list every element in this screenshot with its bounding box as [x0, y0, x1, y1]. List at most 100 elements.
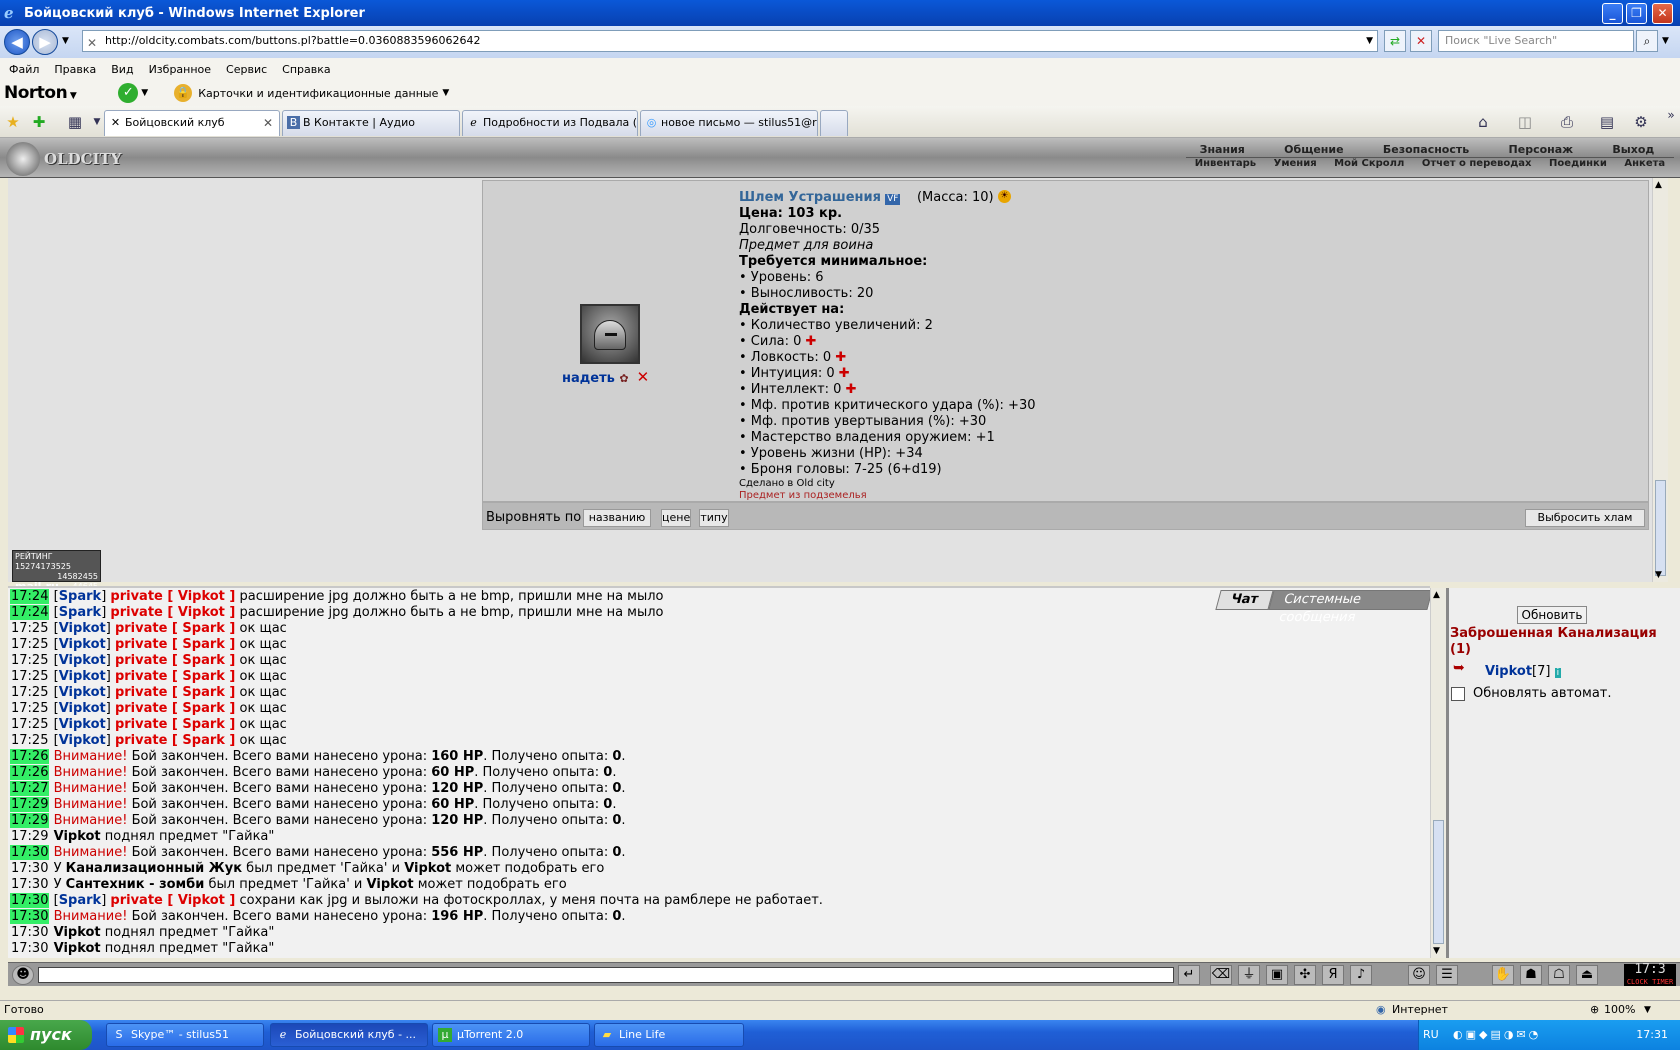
quick-tabs-icon[interactable]: ▦	[66, 113, 84, 131]
chat-timestamp[interactable]: 17:30	[10, 877, 49, 892]
chat-timestamp[interactable]: 17:30	[10, 909, 50, 924]
minimize-button[interactable]: _	[1602, 3, 1623, 24]
add-favorite-icon[interactable]: ✚	[30, 113, 48, 131]
hand-icon[interactable]: ✋	[1492, 965, 1514, 985]
tab-mail[interactable]: ◎ новое письмо — stilus51@ra...	[640, 110, 818, 136]
wear-link[interactable]: надеть ✿ ✕	[562, 368, 649, 386]
plus-icon[interactable]: ✚	[806, 334, 817, 349]
chat-timestamp[interactable]: 17:25	[10, 685, 49, 700]
identity-cards-menu[interactable]: 🔒 Карточки и идентификационные данные ▼	[174, 84, 449, 102]
chevron-icon[interactable]: »	[1662, 106, 1680, 124]
character-icon[interactable]: ☗	[1520, 965, 1542, 985]
chat-timestamp[interactable]: 17:25	[10, 733, 49, 748]
sound-icon[interactable]: ♪	[1350, 965, 1372, 985]
chat-settings-icon[interactable]: ☰	[1436, 965, 1458, 985]
menu-umeniya[interactable]: Умения	[1274, 158, 1317, 170]
menu-znaniya[interactable]: Знания	[1200, 143, 1245, 156]
filter-icon[interactable]: ⏚	[1238, 965, 1260, 985]
private-tag[interactable]: private [ Spark ]	[115, 717, 235, 732]
menu-edit[interactable]: Правка	[54, 63, 96, 76]
menu-obshenie[interactable]: Общение	[1284, 143, 1343, 156]
item-name[interactable]: Шлем Устрашения	[739, 190, 881, 205]
smile-menu-icon[interactable]: ☻	[12, 965, 34, 985]
sort-by-name-button[interactable]: названию	[583, 509, 651, 527]
task-skype[interactable]: S Skype™ - stilus51	[106, 1023, 264, 1047]
search-options-icon[interactable]: ▼	[1662, 36, 1669, 46]
private-tag[interactable]: private [ Vipkot ]	[110, 589, 235, 604]
chat-nick[interactable]: Vipkot	[59, 637, 106, 652]
chat-scrollbar[interactable]: ▲ ▼	[1430, 588, 1446, 958]
drop-junk-button[interactable]: Выбросить хлам	[1525, 509, 1645, 527]
chat-input[interactable]	[38, 967, 1174, 983]
menu-personazh[interactable]: Персонаж	[1509, 143, 1574, 156]
tab-system-messages[interactable]: Системные сообщения	[1268, 590, 1433, 625]
print-icon[interactable]: ⎙	[1558, 113, 1576, 131]
private-tag[interactable]: private [ Spark ]	[115, 621, 235, 636]
exit-icon[interactable]: ⏏	[1576, 965, 1598, 985]
menu-otchet[interactable]: Отчет о переводах	[1422, 158, 1532, 170]
new-tab-button[interactable]	[820, 110, 848, 136]
eraser-icon[interactable]: ⌫	[1210, 965, 1232, 985]
plus-icon[interactable]: ✚	[846, 382, 857, 397]
private-tag[interactable]: private [ Vipkot ]	[110, 893, 235, 908]
menu-tools[interactable]: Сервис	[226, 63, 267, 76]
chat-nick[interactable]: Vipkot	[59, 669, 106, 684]
address-field[interactable]: ✕ http://oldcity.combats.com/buttons.pl?…	[82, 30, 1378, 52]
chat-timestamp[interactable]: 17:27	[10, 781, 50, 796]
delete-icon[interactable]: ✕	[637, 368, 650, 386]
helmet-image[interactable]	[580, 304, 640, 364]
close-tab-icon[interactable]: ✕	[263, 111, 273, 135]
private-tag[interactable]: private [ Spark ]	[115, 733, 235, 748]
chat-nick[interactable]: Spark	[59, 893, 102, 908]
info-icon[interactable]: i	[1554, 668, 1562, 678]
tab-combats[interactable]: ✕ Бойцовский клуб ✕	[104, 110, 280, 136]
menu-file[interactable]: Файл	[9, 63, 39, 76]
chat-timestamp[interactable]: 17:26	[10, 749, 50, 764]
inventory-icon[interactable]: ☖	[1548, 965, 1570, 985]
private-tag[interactable]: private [ Spark ]	[115, 653, 235, 668]
chat-timestamp[interactable]: 17:30	[10, 941, 49, 956]
smile-icon[interactable]: ☺	[1408, 965, 1430, 985]
zoom-dropdown-icon[interactable]: ▼	[1644, 1001, 1651, 1019]
menu-anketa[interactable]: Анкета	[1624, 158, 1665, 170]
history-dropdown-icon[interactable]: ▼	[62, 36, 69, 46]
chat-timestamp[interactable]: 17:25	[10, 621, 49, 636]
back-button[interactable]: ◀	[4, 29, 30, 55]
chat-nick[interactable]: Vipkot	[59, 653, 106, 668]
favorites-star-icon[interactable]: ★	[4, 113, 22, 131]
private-tag[interactable]: private [ Spark ]	[115, 685, 235, 700]
search-icon[interactable]: ⌕	[1636, 30, 1658, 52]
chat-timestamp[interactable]: 17:29	[10, 829, 49, 844]
chat-nick[interactable]: Vipkot	[59, 621, 106, 636]
main-scrollbar[interactable]: ▲ ▼	[1652, 178, 1668, 582]
task-linelife[interactable]: ▰ Line Life	[594, 1023, 744, 1047]
sort-by-type-button[interactable]: типу	[699, 509, 729, 527]
forward-button[interactable]: ▶	[32, 29, 58, 55]
menu-vyhod[interactable]: Выход	[1612, 143, 1654, 156]
menu-inventar[interactable]: Инвентарь	[1195, 158, 1256, 170]
chat-timestamp[interactable]: 17:30	[10, 861, 49, 876]
chat-nick[interactable]: Vipkot	[59, 685, 106, 700]
search-input[interactable]: Поиск "Live Search"	[1438, 30, 1634, 52]
zoom-level[interactable]: 100%	[1604, 1001, 1635, 1019]
tab-podval[interactable]: ℯ Подробности из Подвала (...	[462, 110, 638, 136]
menu-moy-skroll[interactable]: Мой Скролл	[1334, 158, 1404, 170]
page-menu-icon[interactable]: ▤	[1598, 113, 1616, 131]
task-utorrent[interactable]: µ µTorrent 2.0	[432, 1023, 590, 1047]
private-tag[interactable]: private [ Spark ]	[115, 701, 235, 716]
home-icon[interactable]: ⌂	[1474, 113, 1492, 131]
close-button[interactable]: ✕	[1652, 3, 1673, 24]
plus-icon[interactable]: ✚	[835, 350, 846, 365]
private-tag[interactable]: private [ Spark ]	[115, 637, 235, 652]
auto-refresh-option[interactable]: Обновлять автомат.	[1451, 686, 1612, 701]
language-indicator[interactable]: RU	[1423, 1020, 1439, 1050]
tools-gear-icon[interactable]: ⚙	[1632, 113, 1650, 131]
address-dropdown-icon[interactable]: ▼	[1366, 31, 1373, 51]
menu-help[interactable]: Справка	[282, 63, 330, 76]
chat-timestamp[interactable]: 17:25	[10, 637, 49, 652]
sort-by-price-button[interactable]: цене	[661, 509, 691, 527]
menu-view[interactable]: Вид	[111, 63, 133, 76]
chat-timestamp[interactable]: 17:30	[10, 925, 49, 940]
chat-nick[interactable]: Vipkot	[59, 733, 106, 748]
chat-timestamp[interactable]: 17:25	[10, 717, 49, 732]
